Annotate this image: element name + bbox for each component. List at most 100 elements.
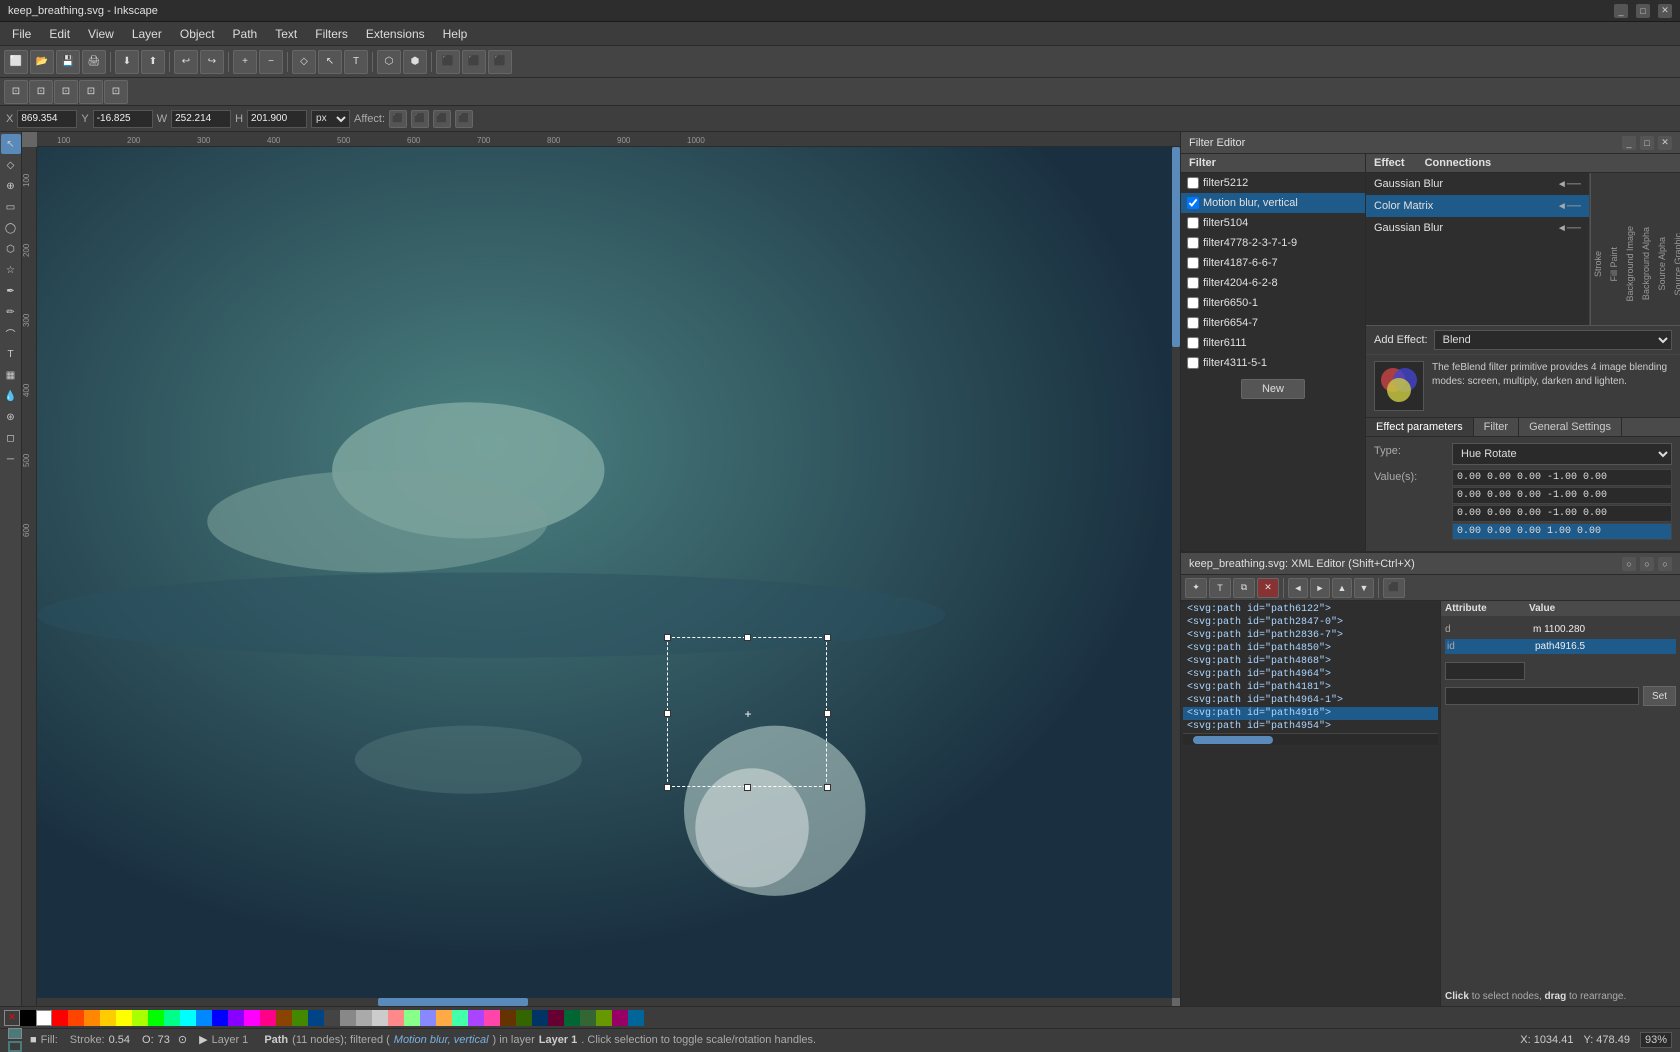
filter-editor-min[interactable]: _: [1622, 136, 1636, 150]
menu-object[interactable]: Object: [172, 25, 223, 43]
attr-val-input[interactable]: [1445, 687, 1639, 705]
matrix-row-4[interactable]: 0.00 0.00 0.00 1.00 0.00: [1452, 523, 1672, 540]
window-controls[interactable]: _ □ ✕: [1614, 4, 1672, 18]
menu-filters[interactable]: Filters: [307, 25, 356, 43]
affect-btn-4[interactable]: ⬛: [455, 110, 473, 128]
xml-node-6[interactable]: <svg:path id="path4964">: [1183, 668, 1438, 681]
filter-item-3[interactable]: filter5104: [1181, 213, 1365, 233]
xml-delete[interactable]: ✕: [1257, 578, 1279, 598]
handle-tr[interactable]: [824, 634, 831, 641]
handle-tl[interactable]: [664, 634, 671, 641]
text-tool-button[interactable]: T: [344, 50, 368, 74]
handle-ml[interactable]: [664, 710, 671, 717]
canvas-vscrollbar-thumb[interactable]: [1172, 147, 1180, 347]
xml-up[interactable]: ▲: [1332, 578, 1352, 598]
color-white[interactable]: [36, 1010, 52, 1026]
tab-general-settings[interactable]: General Settings: [1519, 418, 1622, 436]
dropper-tool[interactable]: 💧: [1, 386, 21, 406]
text-tool-left[interactable]: T: [1, 344, 21, 364]
handle-bl[interactable]: [664, 784, 671, 791]
rect-tool[interactable]: ▭: [1, 197, 21, 217]
filter-item-1[interactable]: filter5212: [1181, 173, 1365, 193]
add-effect-select[interactable]: Blend ColorMatrix GaussianBlur Composite: [1434, 330, 1672, 350]
open-button[interactable]: 📂: [30, 50, 54, 74]
connector-tool[interactable]: ─: [1, 449, 21, 469]
filter-editor-max[interactable]: □: [1640, 136, 1654, 150]
x-input[interactable]: [17, 110, 77, 128]
spray-tool[interactable]: ⊛: [1, 407, 21, 427]
xml-node-3[interactable]: <svg:path id="path2836-7">: [1183, 629, 1438, 642]
color-dark-pink[interactable]: [612, 1010, 628, 1026]
color-azure[interactable]: [196, 1010, 212, 1026]
canvas-hscrollbar[interactable]: [37, 998, 1172, 1006]
close-button[interactable]: ✕: [1658, 4, 1672, 18]
filter-item-5[interactable]: filter4187-6-6-7: [1181, 253, 1365, 273]
handle-tm[interactable]: [744, 634, 751, 641]
xml-node-2[interactable]: <svg:path id="path2847-0">: [1183, 616, 1438, 629]
matrix-row-2[interactable]: 0.00 0.00 0.00 -1.00 0.00: [1452, 487, 1672, 504]
filter-checkbox-7[interactable]: [1187, 297, 1199, 309]
color-light-red[interactable]: [388, 1010, 404, 1026]
select-tool-button[interactable]: ↖: [318, 50, 342, 74]
type-select[interactable]: Hue Rotate Matrix Saturate Luminance to …: [1452, 443, 1672, 465]
tab-filter[interactable]: Filter: [1474, 418, 1519, 436]
color-pink[interactable]: [484, 1010, 500, 1026]
select-tool[interactable]: ↖: [1, 134, 21, 154]
color-gray[interactable]: [340, 1010, 356, 1026]
snap-bbox[interactable]: ⊡: [54, 80, 78, 104]
minimize-button[interactable]: _: [1614, 4, 1628, 18]
tab-effect-parameters[interactable]: Effect parameters: [1366, 418, 1474, 436]
color-violet[interactable]: [228, 1010, 244, 1026]
menu-file[interactable]: File: [4, 25, 39, 43]
handle-br[interactable]: [824, 784, 831, 791]
snap-toggle[interactable]: ⊡: [4, 80, 28, 104]
canvas-content[interactable]: +: [37, 147, 1172, 998]
color-yellow-green[interactable]: [132, 1010, 148, 1026]
snap-grid[interactable]: ⊡: [79, 80, 103, 104]
snap-nodes[interactable]: ⊡: [29, 80, 53, 104]
palette-none[interactable]: ✕: [4, 1010, 20, 1026]
node-tool[interactable]: ◇: [1, 155, 21, 175]
color-light-gray[interactable]: [356, 1010, 372, 1026]
h-input[interactable]: [247, 110, 307, 128]
filter-checkbox-5[interactable]: [1187, 257, 1199, 269]
filter-item-8[interactable]: filter6654-7: [1181, 313, 1365, 333]
node-tool-button[interactable]: ◇: [292, 50, 316, 74]
color-red[interactable]: [52, 1010, 68, 1026]
color-magenta[interactable]: [244, 1010, 260, 1026]
effect-item-3[interactable]: Gaussian Blur ◄──: [1366, 217, 1589, 239]
filter-item-6[interactable]: filter4204-6-2-8: [1181, 273, 1365, 293]
xml-duplicate[interactable]: ⧉: [1233, 578, 1255, 598]
attr-row-d[interactable]: d m 1100.280: [1445, 624, 1676, 635]
affect-btn-2[interactable]: ⬛: [411, 110, 429, 128]
color-olive-green[interactable]: [292, 1010, 308, 1026]
canvas-vscrollbar[interactable]: [1172, 147, 1180, 998]
filter-checkbox-1[interactable]: [1187, 177, 1199, 189]
xml-max-btn[interactable]: ○: [1640, 557, 1654, 571]
maximize-button[interactable]: □: [1636, 4, 1650, 18]
color-rose[interactable]: [260, 1010, 276, 1026]
matrix-row-1[interactable]: 0.00 0.00 0.00 -1.00 0.00: [1452, 469, 1672, 486]
color-light-green[interactable]: [404, 1010, 420, 1026]
color-forest-green[interactable]: [564, 1010, 580, 1026]
star-tool[interactable]: ☆: [1, 260, 21, 280]
svg-canvas[interactable]: +: [37, 147, 1172, 998]
xml-indent[interactable]: ⬛: [1383, 578, 1405, 598]
ungroup-button[interactable]: ⬢: [403, 50, 427, 74]
color-chartreuse[interactable]: [596, 1010, 612, 1026]
zoom-in-button[interactable]: +: [233, 50, 257, 74]
gradient-tool[interactable]: ▦: [1, 365, 21, 385]
xml-new-element[interactable]: ✦: [1185, 578, 1207, 598]
color-mint[interactable]: [452, 1010, 468, 1026]
xml-node-4[interactable]: <svg:path id="path4850">: [1183, 642, 1438, 655]
snap-guides[interactable]: ⊡: [104, 80, 128, 104]
circle-tool[interactable]: ◯: [1, 218, 21, 238]
menu-edit[interactable]: Edit: [41, 25, 78, 43]
xml-scrollbar-thumb[interactable]: [1193, 736, 1273, 744]
filter-checkbox-3[interactable]: [1187, 217, 1199, 229]
handle-bm[interactable]: [744, 784, 751, 791]
color-dark-sage[interactable]: [580, 1010, 596, 1026]
xml-close-btn[interactable]: ○: [1658, 557, 1672, 571]
filter-new-button[interactable]: New: [1241, 379, 1305, 399]
affect-btn-3[interactable]: ⬛: [433, 110, 451, 128]
